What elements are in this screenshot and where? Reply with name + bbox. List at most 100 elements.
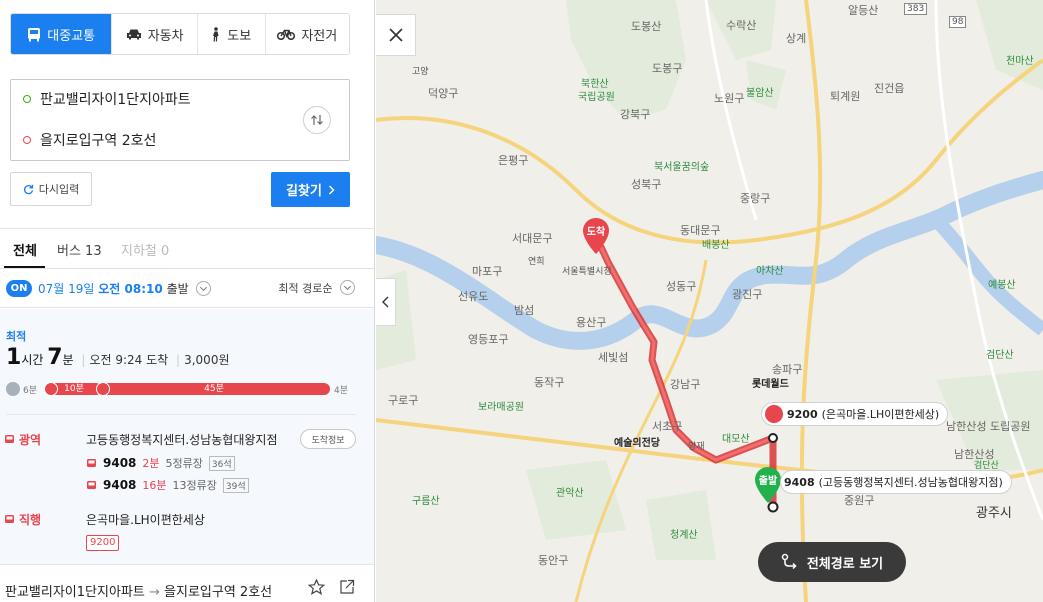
map-label: 동안구 [538,554,569,567]
map-label: 고양 [412,67,429,77]
map-label: 은평구 [498,154,529,167]
walk-icon [213,26,219,41]
swap-icon [311,115,323,125]
mode-label: 자동차 [147,28,184,44]
sort-label: 최적 경로순 [278,282,333,295]
highway-north-south [799,0,823,602]
reset-label: 다시입력 [38,183,80,196]
full-route-button[interactable]: 전체경로 보기 [758,542,906,582]
map-label: 남한산성 도립공원 [946,420,1031,433]
bus-icon [96,382,110,396]
segment-type-express: 광역 [4,431,41,448]
arrival-info-button[interactable]: 도착정보 [300,429,356,449]
reset-button[interactable]: 다시입력 [10,172,92,206]
result-tabs: 전체 버스 13 지하철 0 [0,229,374,269]
tab-bus[interactable]: 버스 13 [57,240,102,259]
search-route-button[interactable]: 길찾기 [271,172,350,207]
tab-underline [4,266,45,268]
transport-mode-tabs: 대중교통 자동차 도보 자전거 [10,13,350,55]
duration-minutes: 7 [47,345,63,370]
chevron-down-icon [196,281,212,296]
map-label: 중랑구 [740,192,771,205]
chevron-left-icon [382,296,389,308]
mode-car-button[interactable]: 자동차 [112,14,198,54]
start-callout[interactable]: 9408 (고등동행정복지센터.성남농협대왕지점) [780,470,1012,494]
map-label: 도봉산 [631,20,662,33]
map-label: 연희 [528,257,545,267]
duration-hours: 1 [6,345,22,370]
map-label: 국립공원 [578,92,615,103]
arrival-pin-label: 도착 [586,227,606,238]
departure-suffix: 출발 [166,282,189,296]
trip-duration: 1시간 7분 | 오전 9:24 도착 | 3,000원 [6,345,230,370]
map-label: 구름산 [412,496,440,507]
map-label: 광주시 [976,506,1012,521]
map-label: 강북구 [620,108,651,121]
full-route-label: 전체경로 보기 [806,556,884,572]
boarding-stop: 고등동행정복지센터.성남농협대왕지점 [86,433,278,447]
gwanaksan-area [526,460,626,540]
callout-stop-name: (고등동행정복지센터.성남농협대왕지점) [818,476,1003,489]
collapse-panel-button[interactable] [376,278,396,326]
map-label: 알등산 [848,4,879,17]
map-label: 성동구 [666,280,697,293]
map-label: 성북구 [631,178,662,191]
map-label: 아차산 [756,266,784,277]
map-label: 동작구 [534,376,565,389]
tab-subway[interactable]: 지하철 0 [121,240,169,259]
bus-wait: 2분 [142,457,160,470]
callout-stop-name: (은곡마을.LH이편한세상) [821,408,940,421]
close-icon [388,28,403,42]
bus-number-badge[interactable]: 9200 [86,535,120,551]
departure-pin-label: 출발 [758,476,778,487]
star-icon[interactable] [308,579,325,595]
bicycle-icon [277,29,296,40]
route-number-badge: 98 [949,16,967,28]
swap-button[interactable] [303,106,331,134]
bus-line[interactable]: 9408 16분 13정류장 39석 [86,477,249,493]
route-number-badge: 383 [904,3,928,15]
callout-bus-number: 9200 [787,407,818,421]
close-button[interactable] [376,14,416,56]
map-label: 양재 [688,442,705,452]
mode-transit-button[interactable]: 대중교통 [11,14,113,54]
destination-field[interactable]: 을지로입구역 2호선 [23,128,156,152]
transfer-point [768,433,778,443]
segment-type-label: 직행 [19,513,42,527]
mode-walk-button[interactable]: 도보 [197,14,266,54]
map-label: 서초구 [652,420,683,433]
bus-line[interactable]: 9408 2분 5정류장 36석 [86,455,235,471]
map-label: 진건읍 [874,82,905,95]
walk-icon [6,382,20,396]
bus-icon [5,515,14,523]
fare: 3,000원 [184,353,230,367]
bus-icon [44,382,58,396]
summary-destination: 을지로입구역 2호선 [164,585,273,600]
divider [6,414,356,415]
map-label: 롯데월드 [752,379,789,390]
map-label: 밤섬 [514,304,535,317]
refresh-icon [23,184,33,194]
departure-time[interactable]: 07월 19일 오전 08:10 출발 [38,280,212,297]
bus-number: 9408 [103,456,137,470]
map-label: 도봉구 [652,62,683,75]
map-view[interactable]: 도봉산 수락산 알등산 383 98 도봉구 상계 강북구 노원구 불암산 북한… [376,0,1043,602]
on-toggle[interactable]: ON [6,280,32,297]
transfer-callout[interactable]: 9200 (은곡마을.LH이편한세상) [761,402,949,426]
origin-field[interactable]: 판교밸리자이1단지아파트 [23,87,191,111]
route-inputs: 판교밸리자이1단지아파트 을지로입구역 2호선 [10,79,350,161]
car-icon [126,29,141,40]
chevron-down-icon [340,280,355,295]
summary-actions [308,579,355,595]
mode-label: 자전거 [301,28,338,44]
sort-dropdown[interactable]: 최적 경로순 [278,280,355,296]
tab-all[interactable]: 전체 [13,240,37,259]
cheonggyesan-area [646,490,716,560]
route-result-card[interactable]: 최적 1시간 7분 | 오전 9:24 도착 | 3,000원 6분 10분 45분… [0,309,374,564]
route-summary-bar: 판교밸리자이1단지아파트 → 을지로입구역 2호선 [0,564,374,602]
destination-value: 을지로입구역 2호선 [40,133,157,149]
mode-bike-button[interactable]: 자전거 [265,14,349,54]
origin-value: 판교밸리자이1단지아파트 [40,92,191,108]
share-icon[interactable] [339,579,355,595]
bus-stops: 5정류장 [165,457,203,470]
